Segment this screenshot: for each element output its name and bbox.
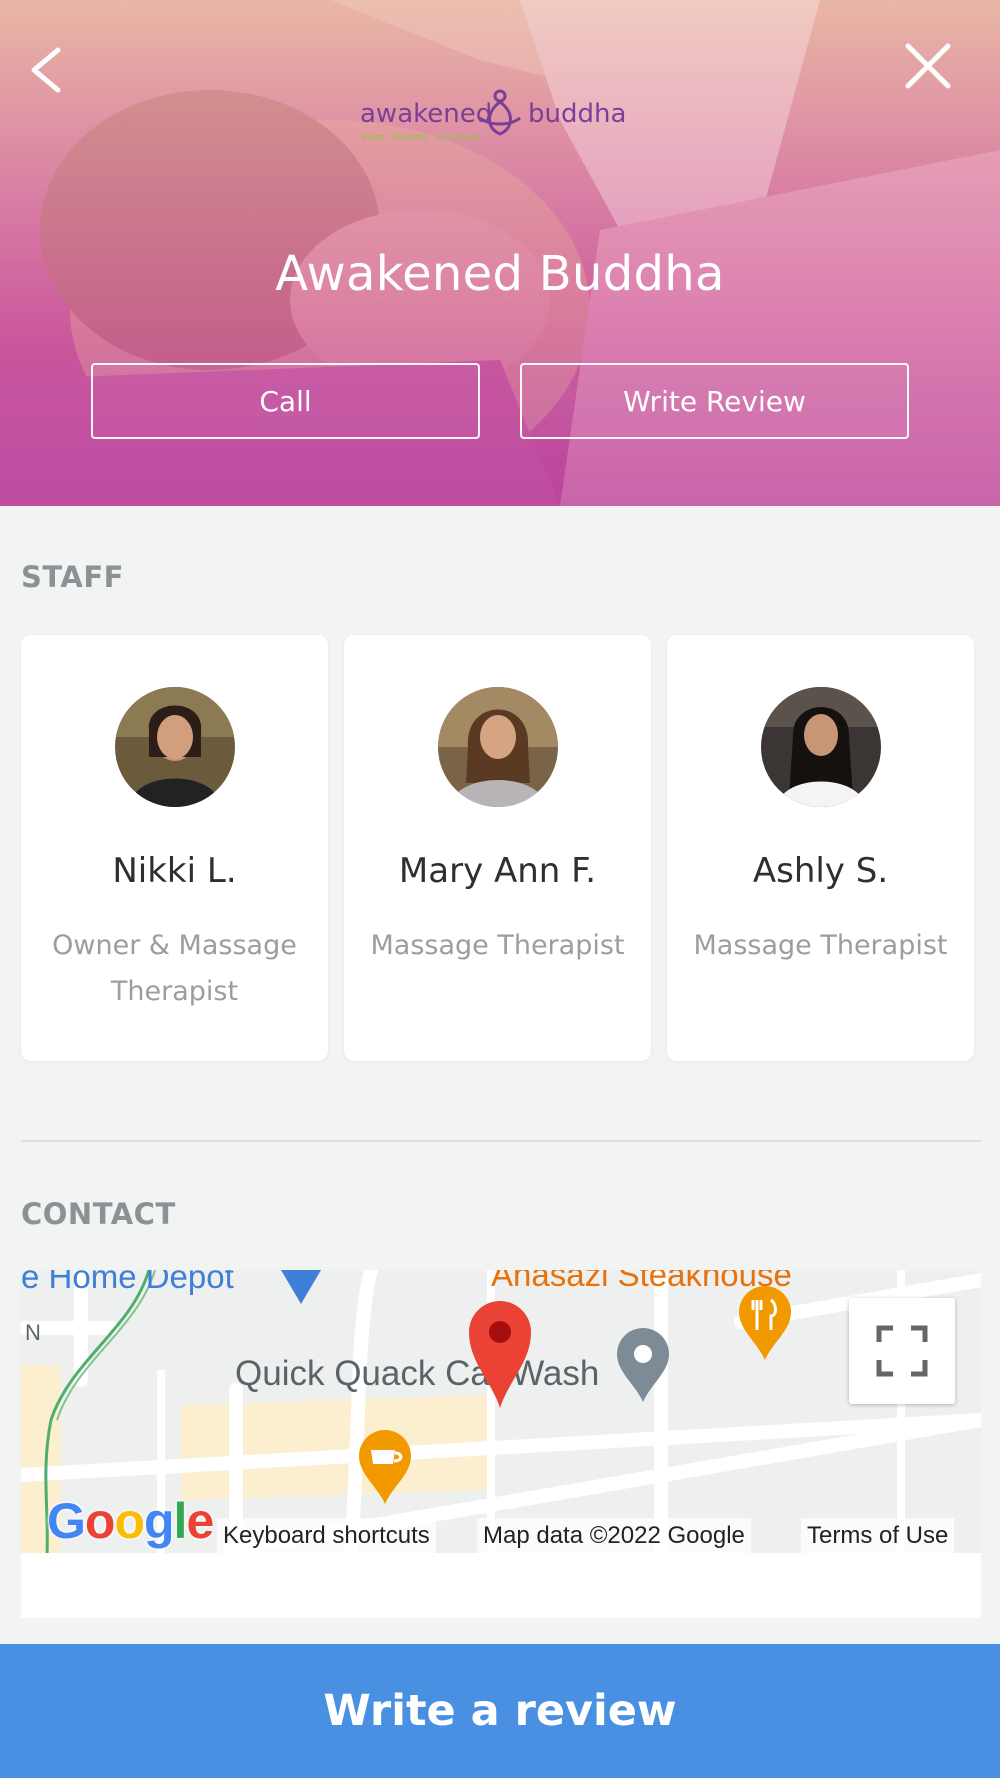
call-button[interactable]: Call [91,363,480,439]
contact-heading: CONTACT [21,1197,176,1231]
staff-name: Ashly S. [752,851,889,891]
staff-name: Nikki L. [112,851,237,891]
back-button[interactable] [24,40,68,100]
staff-heading: STAFF [21,560,124,594]
hero-banner: awakened buddha exist · become · transfo… [0,0,1000,506]
keyboard-shortcuts-link[interactable]: Keyboard shortcuts [217,1518,436,1553]
map-data-attribution: Map data ©2022 Google [477,1518,751,1553]
restaurant-icon[interactable] [737,1286,793,1362]
gray-pin-icon[interactable] [615,1328,671,1404]
coffee-icon[interactable] [357,1430,413,1506]
svg-text:buddha: buddha [528,99,626,129]
map-label-home-depot: e Home Depot [21,1270,234,1295]
avatar [115,687,235,807]
avatar [761,687,881,807]
write-review-button[interactable]: Write Review [520,363,909,439]
staff-role: Massage Therapist [370,930,625,961]
staff-role: Owner & Massage Therapist [52,930,297,1007]
map-label-quick-quack: Quick Quack Car Wash [235,1354,600,1393]
staff-card[interactable]: Ashly S. Massage Therapist [667,635,974,1061]
business-title: Awakened Buddha [275,246,725,302]
terms-of-use-link[interactable]: Terms of Use [801,1518,955,1553]
write-a-review-button[interactable]: Write a review [0,1644,1000,1778]
avatar [438,687,558,807]
staff-name: Mary Ann F. [398,851,597,891]
map-card: e Home Depot Anasazi Steakhouse Quick Qu… [21,1270,981,1618]
close-button[interactable] [900,38,956,94]
fullscreen-icon [876,1325,928,1377]
staff-role: Massage Therapist [693,930,948,961]
staff-card[interactable]: Nikki L. Owner & Massage Therapist [21,635,328,1061]
map-pin-icon[interactable] [467,1300,533,1410]
fullscreen-button[interactable] [849,1298,955,1404]
staff-card[interactable]: Mary Ann F. Massage Therapist [344,635,651,1061]
section-divider [21,1140,981,1142]
google-logo: Google [47,1493,214,1549]
brand-logo: awakened buddha exist · become · transfo… [340,82,660,148]
map[interactable]: e Home Depot Anasazi Steakhouse Quick Qu… [21,1270,981,1553]
chevron-left-icon [31,47,61,93]
blue-arrow-icon [281,1270,321,1304]
map-label-street-n: N [25,1320,41,1345]
logo-word-left: awakened [360,99,492,129]
close-icon [905,43,951,89]
svg-text:exist · become · transform: exist · become · transform [362,133,481,143]
